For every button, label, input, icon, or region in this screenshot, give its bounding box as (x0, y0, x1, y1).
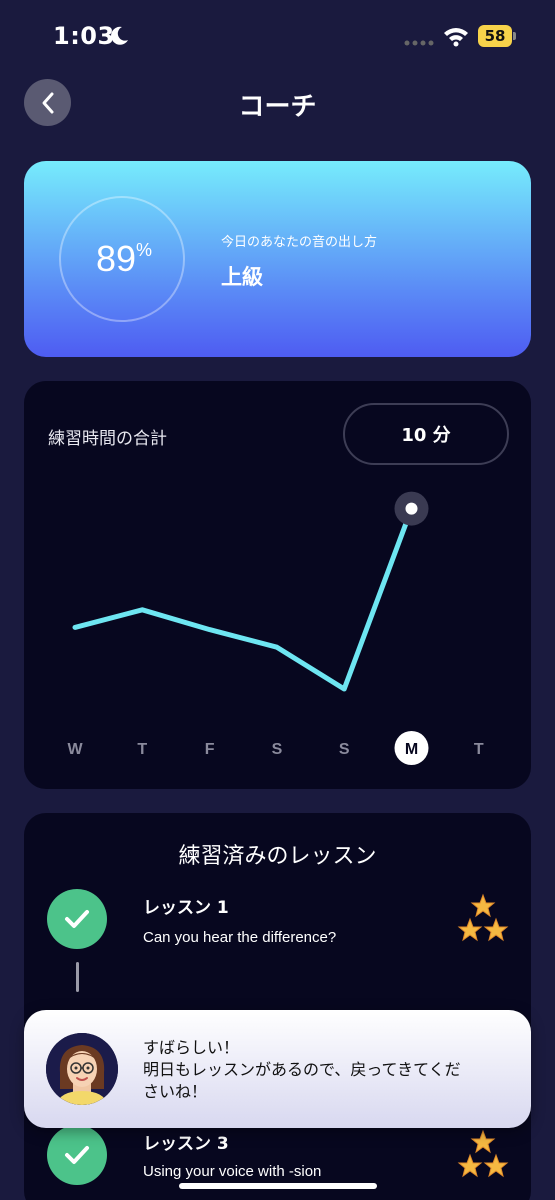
wifi-icon (444, 28, 468, 47)
coach-message: すばらしい！ 明日もレッスンがあるので、戻ってきてくだ さいね！ (143, 1037, 513, 1103)
coach-message-line: さいね！ (143, 1082, 208, 1101)
score-unit: % (136, 240, 153, 260)
star-rating-icon (457, 1129, 509, 1178)
score-value: 89% (61, 238, 187, 280)
check-icon (47, 889, 107, 949)
level-subtitle: 今日のあなたの音の出し方 (221, 235, 378, 250)
x-tick-label[interactable]: F (205, 741, 215, 758)
status-bar: 1:03 58 (0, 0, 555, 70)
x-tick-label[interactable]: W (67, 741, 83, 758)
x-tick-label[interactable]: T (474, 741, 484, 758)
lesson-name: レッスン 1 (143, 898, 229, 918)
practice-chart-card: W T F S S M T 練習時間の合計 10 分 (24, 381, 531, 789)
coach-message-line: 明日もレッスンがあるので、戻ってきてくだ (143, 1060, 461, 1079)
star-rating-icon (457, 893, 509, 942)
status-time: 1:03 (53, 22, 115, 50)
practice-total-title: 練習時間の合計 (48, 429, 167, 449)
x-tick-label[interactable]: M (405, 741, 418, 758)
highlight-point[interactable] (405, 502, 418, 515)
lessons-title: 練習済みのレッスン (178, 844, 377, 869)
page-title: コーチ (238, 92, 317, 122)
lesson-description: Can you hear the difference? (143, 929, 337, 946)
coach-avatar (46, 1033, 118, 1105)
cellular-signal-icon (404, 40, 434, 46)
coach-message-line: すばらしい！ (143, 1038, 240, 1057)
battery-level: 58 (478, 25, 512, 47)
x-tick-label[interactable]: S (339, 741, 350, 758)
battery-icon: 58 (478, 25, 516, 47)
score-number: 89 (95, 238, 137, 279)
home-indicator (179, 1183, 377, 1189)
check-icon (47, 1125, 107, 1185)
coach-message-toast[interactable]: すばらしい！ 明日もレッスンがあるので、戻ってきてくだ さいね！ (24, 1010, 531, 1128)
lesson-name: レッスン 3 (143, 1134, 229, 1154)
level-label: 上級 (221, 265, 263, 289)
x-tick-label[interactable]: S (272, 741, 283, 758)
series-line (72, 506, 414, 692)
lesson-item[interactable]: レッスン 1 Can you hear the difference? (24, 889, 531, 959)
completed-lessons-card: 練習済みのレッスン レッスン 1 Can you hear the differ… (24, 813, 531, 1200)
score-ring: 89% (59, 196, 185, 322)
lesson-description: Using your voice with -sion (143, 1163, 322, 1180)
level-card: 89% 今日のあなたの音の出し方 上級 (24, 161, 531, 357)
total-time-pill[interactable]: 10 分 (343, 403, 509, 465)
x-tick-label[interactable]: T (137, 741, 147, 758)
moon-icon (111, 26, 128, 45)
lesson-connector (76, 962, 79, 992)
